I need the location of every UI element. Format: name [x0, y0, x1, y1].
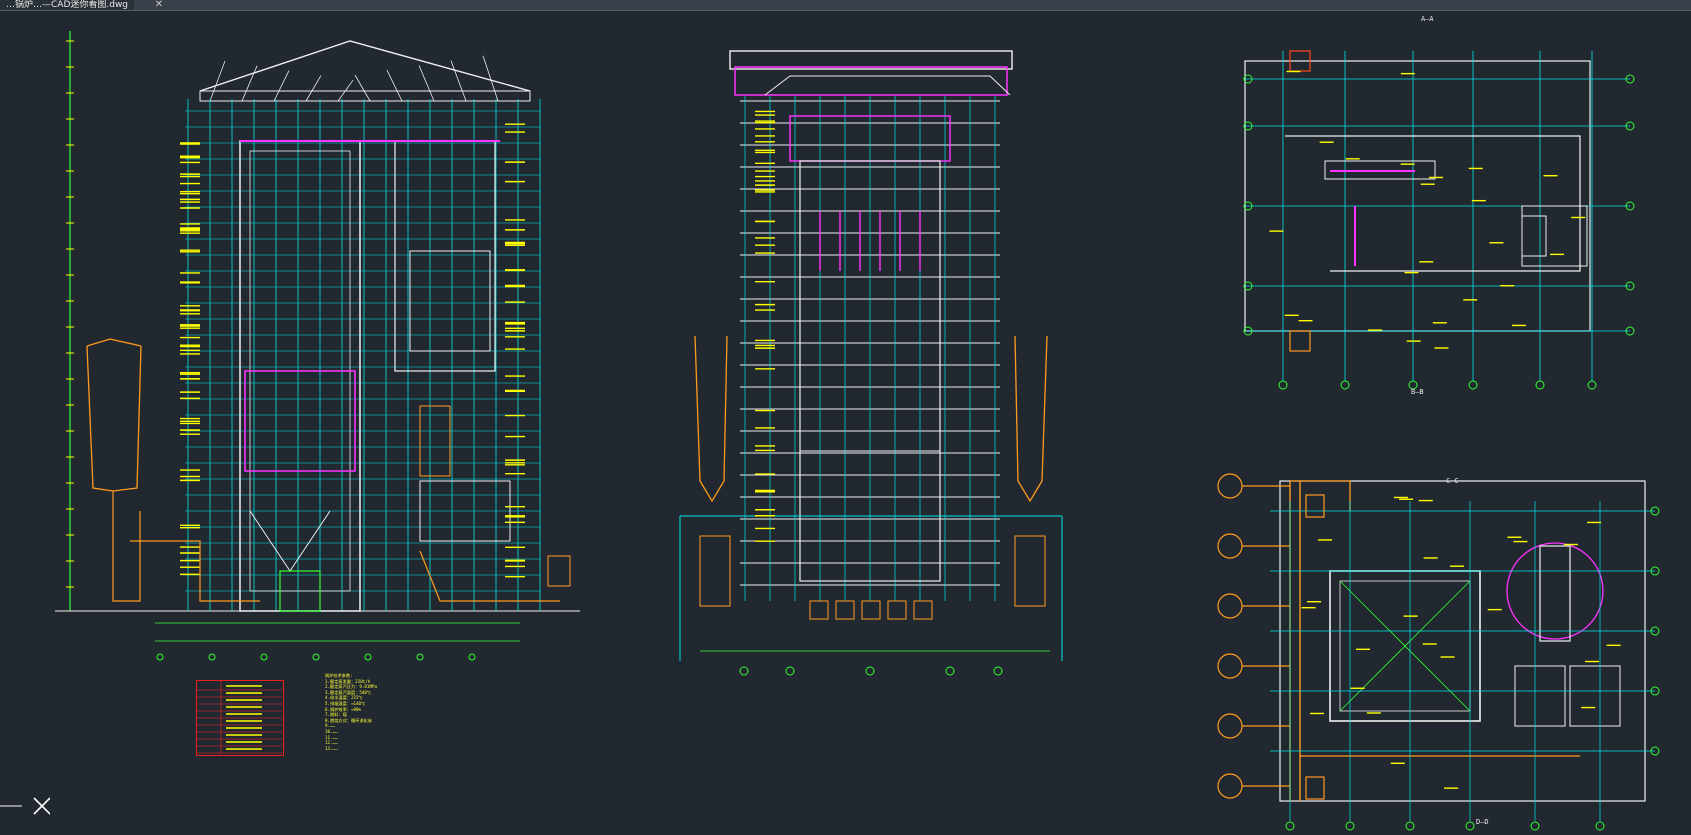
view-title-aa: A—A [1421, 15, 1434, 23]
truss-web [305, 75, 322, 102]
grid-bubble [208, 653, 216, 661]
grid-bubble [1465, 821, 1475, 831]
drawing-canvas[interactable]: A—A B—B C—C D—D 锅炉技术参数: 1.额定蒸发量：220t/h 2.… [0, 11, 1691, 831]
cyclone-right [1014, 335, 1048, 503]
foundation-pad [887, 600, 907, 620]
roof-magenta [734, 66, 1008, 96]
fan-box [1521, 205, 1588, 267]
truss-web [386, 70, 403, 102]
equipment-box [1305, 776, 1325, 800]
grid-bubble [1405, 821, 1415, 831]
foundation-pad [861, 600, 881, 620]
equipment-box-bottom [1289, 330, 1311, 352]
burner-port [1217, 773, 1243, 799]
technical-notes: 锅炉技术参数: 1.额定蒸发量：220t/h 2.额定蒸汽压力：9.81MPa 3.… [325, 673, 435, 751]
grid-bubble [739, 666, 749, 676]
cyclone-left [694, 335, 728, 503]
cyclone [86, 345, 142, 492]
truss-web [450, 60, 467, 102]
grid-bubble [468, 653, 476, 661]
grid-bubble [865, 666, 875, 676]
duct [419, 405, 451, 477]
support-right [1014, 535, 1046, 607]
grid-bubble [1468, 380, 1478, 390]
fan [547, 555, 571, 587]
grid-bubble [1587, 380, 1597, 390]
cyclone-plan-box [1539, 545, 1571, 642]
burner-port [1217, 653, 1243, 679]
fan-plan-left [1514, 665, 1566, 727]
fan-plan-right [1569, 665, 1621, 727]
grid-bubble [1595, 821, 1605, 831]
grid-bubble [785, 666, 795, 676]
grid-bubble [1340, 380, 1350, 390]
document-tab-bar: …锅炉…—CAD迷你看图.dwg ✕ [0, 0, 1691, 11]
grid-bubble [945, 666, 955, 676]
notes-list: 1.额定蒸发量：220t/h 2.额定蒸汽压力：9.81MPa 3.额定蒸汽温度：5… [325, 679, 435, 752]
grid-bubble [1278, 380, 1288, 390]
truss-web [418, 65, 435, 102]
furnace-section [244, 370, 356, 472]
duct-plan [1285, 135, 1581, 272]
cyclone-top [86, 338, 142, 347]
truss-web [209, 60, 226, 102]
notes-line: 13.…… [325, 745, 338, 751]
document-tab-title: …锅炉…—CAD迷你看图.dwg [6, 0, 129, 10]
grid-bubble [1345, 821, 1355, 831]
burner-port [1217, 473, 1243, 499]
grid-bubble [364, 653, 372, 661]
view-title-cc: C—C [1446, 477, 1459, 485]
truss-web [354, 74, 371, 102]
cyclone-plan [1506, 542, 1604, 640]
truss-web [241, 65, 258, 102]
close-tab-icon[interactable]: ✕ [153, 0, 165, 10]
fan-blade-box [1521, 215, 1547, 257]
grid-bubble [156, 653, 164, 661]
grid-bubble [993, 666, 1003, 676]
legend-table [196, 680, 284, 756]
grid-bubble [1535, 380, 1545, 390]
document-tab[interactable]: …锅炉…—CAD迷你看图.dwg [0, 0, 135, 10]
burner-port [1217, 533, 1243, 559]
view-title-bb: B—B [1411, 388, 1424, 396]
plan-cc-outline [1279, 480, 1646, 802]
cyclone-pipe [112, 491, 141, 602]
grid-bubble [312, 653, 320, 661]
grid-bubble [1285, 821, 1295, 831]
foundation-pad [809, 600, 829, 620]
support-left [699, 535, 731, 607]
grid-bubble [416, 653, 424, 661]
foundation-pad [913, 600, 933, 620]
roof-arch [764, 75, 1011, 96]
foundation-pad [835, 600, 855, 620]
grid-bubble [1530, 821, 1540, 831]
duct-plan-top [1290, 480, 1351, 511]
process-pipe [419, 550, 560, 602]
ucs-icon [0, 797, 50, 815]
burner-port [1217, 593, 1243, 619]
truss-web [273, 70, 290, 102]
plan-aa-outline [1244, 60, 1591, 332]
view-title-dd: D—D [1476, 818, 1489, 826]
burner-port [1217, 713, 1243, 739]
equipment-box [1305, 494, 1325, 518]
grid-bubble [260, 653, 268, 661]
economizer [409, 250, 491, 352]
hopper [249, 510, 331, 572]
